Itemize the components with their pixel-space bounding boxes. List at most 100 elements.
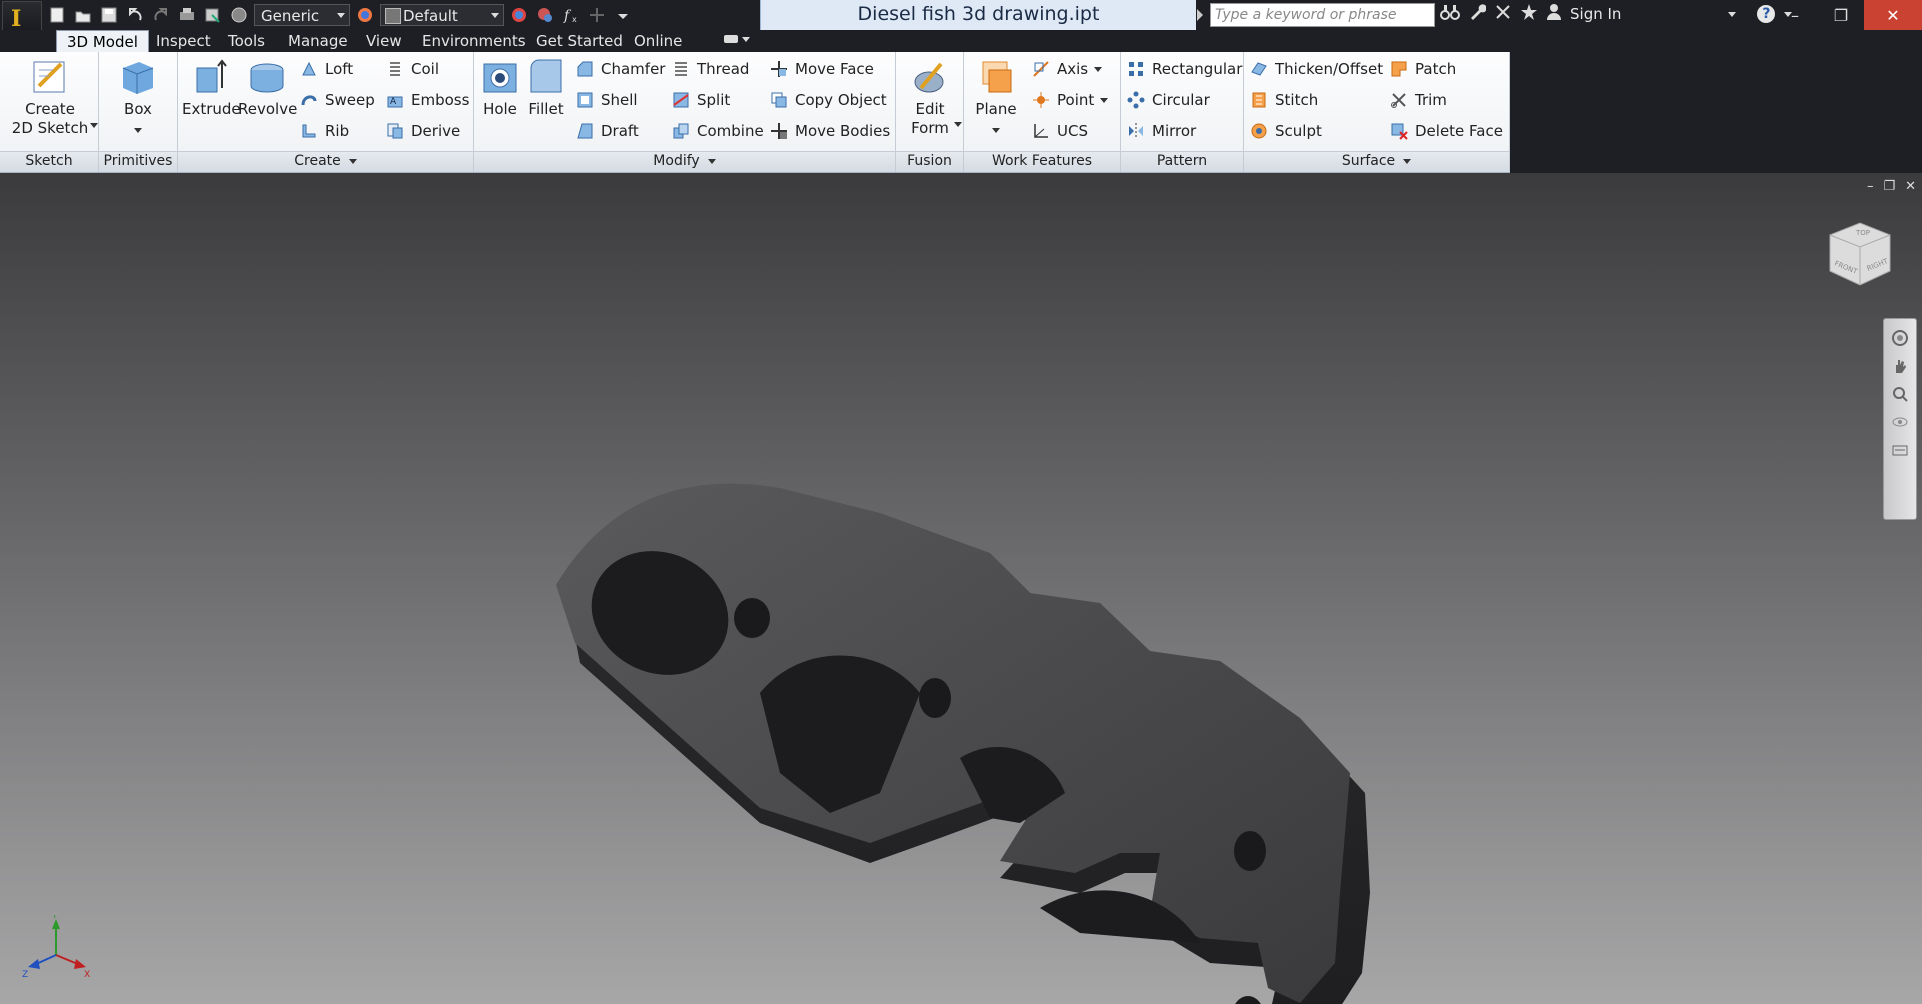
patch-button[interactable]: Patch [1390,57,1456,81]
trim-button[interactable]: Trim [1390,88,1447,112]
favorites-icon[interactable] [1520,3,1538,25]
shell-label: Shell [601,91,638,109]
shell-button[interactable]: Shell [576,88,638,112]
copy-object-button[interactable]: Copy Object [770,88,887,112]
binoculars-icon[interactable] [1440,3,1460,25]
customize-qat-icon[interactable] [612,4,634,26]
restore-icon[interactable]: ❐ [1818,0,1864,30]
panel-create-label[interactable]: Create [178,151,473,172]
add-icon[interactable] [586,4,608,26]
ucs-label: UCS [1057,122,1088,140]
point-icon [1033,92,1049,108]
emboss-button[interactable]: A Emboss [386,88,469,112]
sign-in-link[interactable]: Sign In [1570,5,1621,23]
revolve-button[interactable]: Revolve [238,58,297,119]
tab-get-started[interactable]: Get Started [526,30,633,52]
plane-dropdown-icon[interactable] [992,128,1000,133]
stitch-label: Stitch [1275,91,1319,109]
sketch-dropdown-icon[interactable] [90,123,98,128]
box-button[interactable]: Box [109,58,167,138]
tools-icon[interactable] [1494,3,1512,25]
sweep-button[interactable]: Sweep [300,88,375,112]
look-at-icon[interactable] [1891,441,1909,459]
rectangular-pattern-button[interactable]: Rectangular [1127,57,1242,81]
graphics-window[interactable]: – ❐ ✕ TOP FRONT RIGHT Y X Z [0,173,1922,1004]
save-icon[interactable] [98,4,120,26]
print-icon[interactable] [176,4,198,26]
pan-icon[interactable] [1891,357,1909,375]
axis-button[interactable]: Axis [1032,57,1103,81]
steering-wheel-icon[interactable] [1891,329,1909,347]
search-expand-icon[interactable] [1197,9,1203,21]
create-2d-sketch-button[interactable]: Create 2D Sketch [8,58,92,138]
tab-online[interactable]: Online [624,30,692,52]
tab-view[interactable]: View [356,30,412,52]
tab-manage[interactable]: Manage [278,30,358,52]
return-icon[interactable] [202,4,224,26]
delete-face-button[interactable]: Delete Face [1390,119,1503,143]
zoom-icon[interactable] [1891,385,1909,403]
mirror-button[interactable]: Mirror [1127,119,1196,143]
close-icon[interactable]: ✕ [1864,0,1922,30]
shell-icon [577,92,593,108]
move-bodies-button[interactable]: Move Bodies [770,119,890,143]
plane-button[interactable]: Plane [972,58,1020,138]
help-search-input[interactable]: Type a keyword or phrase [1210,3,1435,27]
move-face-icon [771,61,787,77]
sculpt-button[interactable]: Sculpt [1250,119,1322,143]
edit-form-dropdown-icon[interactable] [954,122,962,127]
parameters-icon[interactable]: fx [560,4,582,26]
update-icon[interactable] [228,4,250,26]
user-icon[interactable] [1546,3,1562,25]
circular-pattern-button[interactable]: Circular [1127,88,1210,112]
fillet-button[interactable]: Fillet [524,58,568,119]
undo-icon[interactable] [124,4,146,26]
clear-appearance-icon[interactable] [508,4,530,26]
redo-icon[interactable] [150,4,172,26]
copy-object-icon [771,92,787,108]
point-button[interactable]: Point [1032,88,1109,112]
thread-button[interactable]: Thread [672,57,749,81]
stitch-button[interactable]: Stitch [1250,88,1318,112]
diesel-fish-model[interactable] [0,173,1922,1004]
extrude-button[interactable]: Extrude [182,58,241,119]
color-wheel-icon[interactable] [354,4,376,26]
tab-3d-model[interactable]: 3D Model [56,30,149,52]
panel-create: Extrude Revolve Loft Sweep Rib Coil A Emb… [178,52,474,172]
thicken-offset-button[interactable]: Thicken/Offset [1250,57,1383,81]
minimize-icon[interactable]: – [1772,0,1818,30]
new-file-icon[interactable] [46,4,68,26]
move-face-button[interactable]: Move Face [770,57,874,81]
panel-work-features: Plane Axis Point UCS Work Features [964,52,1121,172]
derive-button[interactable]: Derive [386,119,460,143]
tab-tools[interactable]: Tools [218,30,275,52]
axis-dropdown-icon[interactable] [1094,66,1103,72]
panel-modify-label[interactable]: Modify [474,151,895,172]
tab-environments[interactable]: Environments [412,30,536,52]
draft-button[interactable]: Draft [576,119,639,143]
box-dropdown-icon[interactable] [134,128,142,133]
panel-primitives: Box Primitives [99,52,178,172]
combine-button[interactable]: Combine [672,119,764,143]
coil-button[interactable]: Coil [386,57,439,81]
chamfer-button[interactable]: Chamfer [576,57,665,81]
viewcube[interactable]: TOP FRONT RIGHT [1820,213,1900,293]
rib-button[interactable]: Rib [300,119,349,143]
appearance-dropdown[interactable]: Default [380,4,504,26]
point-dropdown-icon[interactable] [1100,97,1109,103]
thread-icon [675,62,687,76]
wrench-icon[interactable] [1468,3,1487,25]
ribbon-options-icon[interactable] [712,30,762,52]
tab-inspect[interactable]: Inspect [146,30,221,52]
open-file-icon[interactable] [72,4,94,26]
sign-in-dropdown-icon[interactable] [1727,5,1737,23]
ucs-button[interactable]: UCS [1032,119,1088,143]
panel-surface-label[interactable]: Surface [1244,151,1509,172]
hole-button[interactable]: Hole [478,58,522,119]
adjust-appearance-icon[interactable] [534,4,556,26]
material-dropdown[interactable]: Generic [254,4,350,26]
orbit-icon[interactable] [1891,413,1909,431]
edit-form-button[interactable]: Edit Form [904,58,956,138]
split-button[interactable]: Split [672,88,730,112]
loft-button[interactable]: Loft [300,57,353,81]
